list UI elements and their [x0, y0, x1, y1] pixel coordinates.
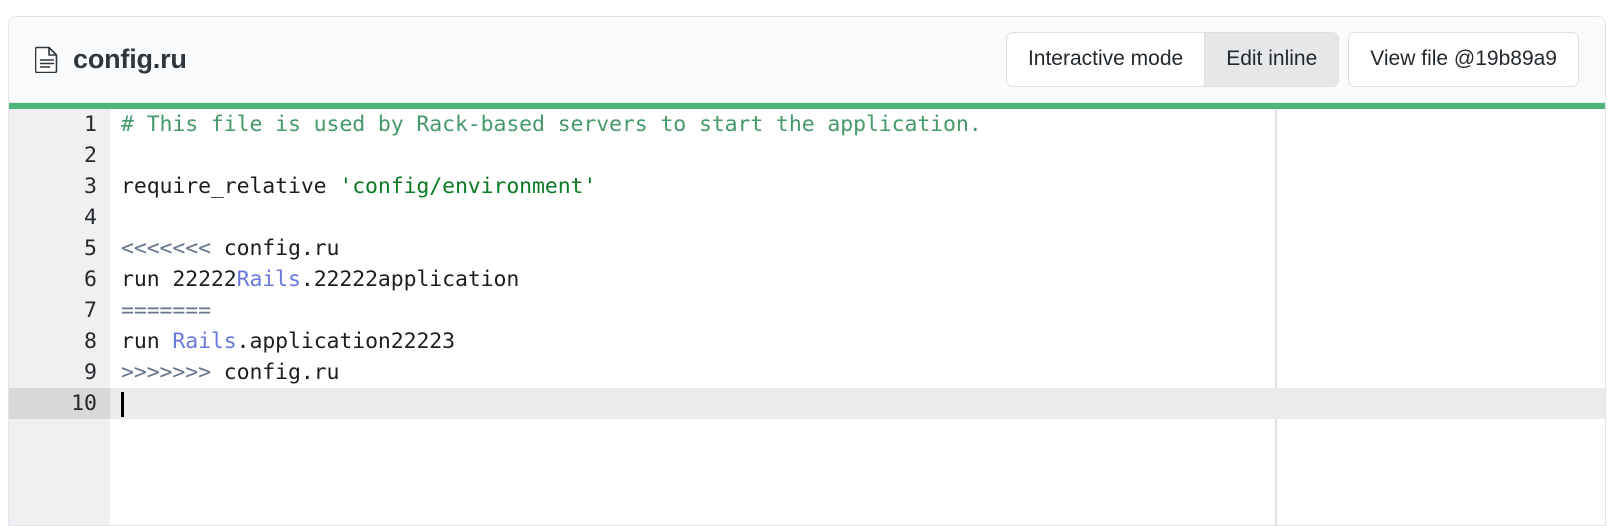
edit-inline-button[interactable]: Edit inline	[1204, 33, 1339, 86]
line-text: =======	[110, 295, 211, 326]
code-token: .22222application	[300, 267, 520, 292]
line-text	[110, 388, 124, 419]
file-viewer-card: config.ru Interactive mode Edit inline V…	[8, 16, 1606, 526]
code-token: =======	[121, 298, 211, 323]
line-number: 1	[84, 112, 97, 137]
mode-button-group: Interactive mode Edit inline	[1005, 32, 1340, 87]
code-token: config.ru	[210, 360, 340, 385]
line-text: run Rails.application22223	[110, 326, 455, 357]
code-line[interactable]: 4	[9, 202, 1605, 233]
code-token: .application22223	[236, 329, 455, 354]
line-text: # This file is used by Rack-based server…	[110, 109, 982, 140]
line-text: run 22222Rails.22222application	[110, 264, 519, 295]
line-number: 5	[84, 236, 97, 261]
text-cursor	[121, 391, 124, 417]
line-number: 7	[84, 298, 97, 323]
line-text: >>>>>>> config.ru	[110, 357, 339, 388]
code-token: 'config/environment'	[339, 174, 597, 199]
interactive-mode-button[interactable]: Interactive mode	[1006, 33, 1205, 86]
code-token: run 22222	[121, 267, 237, 292]
line-number: 4	[84, 205, 97, 230]
line-number: 3	[84, 174, 97, 199]
page-title: config.ru	[73, 44, 187, 74]
code-line[interactable]: 1 # This file is used by Rack-based serve…	[9, 109, 1605, 140]
code-token: config.ru	[210, 236, 340, 261]
code-token: run	[121, 329, 173, 354]
code-token: require_relative	[121, 174, 340, 199]
code-line[interactable]: 5 <<<<<<< config.ru	[9, 233, 1605, 264]
line-number: 2	[84, 143, 97, 168]
code-token: <<<<<<<	[121, 236, 211, 261]
code-line[interactable]: 9 >>>>>>> config.ru	[9, 357, 1605, 388]
line-text: require_relative 'config/environment'	[110, 171, 596, 202]
view-file-button[interactable]: View file @19b89a9	[1348, 32, 1579, 87]
code-line[interactable]: 3 require_relative 'config/environment'	[9, 171, 1605, 202]
document-icon	[35, 46, 59, 73]
line-number: 8	[84, 329, 97, 354]
code-line-list: 1 # This file is used by Rack-based serve…	[9, 109, 1605, 419]
file-header: config.ru Interactive mode Edit inline V…	[9, 17, 1605, 103]
code-line[interactable]: 10	[9, 388, 1605, 419]
code-token: >>>>>>>	[121, 360, 211, 385]
file-title-block: config.ru	[35, 44, 187, 75]
code-line[interactable]: 6 run 22222Rails.22222application	[9, 264, 1605, 295]
code-line[interactable]: 2	[9, 140, 1605, 171]
line-text: <<<<<<< config.ru	[110, 233, 339, 264]
code-token: Rails	[172, 329, 237, 354]
line-number: 9	[84, 360, 97, 385]
code-line[interactable]: 7 =======	[9, 295, 1605, 326]
code-token: Rails	[236, 267, 301, 292]
line-number: 6	[84, 267, 97, 292]
code-token: # This file is used by Rack-based server…	[121, 112, 982, 137]
code-editor[interactable]: 1 # This file is used by Rack-based serve…	[9, 109, 1605, 525]
line-number: 10	[9, 388, 110, 419]
code-line[interactable]: 8 run Rails.application22223	[9, 326, 1605, 357]
header-actions: Interactive mode Edit inline View file @…	[1005, 32, 1579, 87]
